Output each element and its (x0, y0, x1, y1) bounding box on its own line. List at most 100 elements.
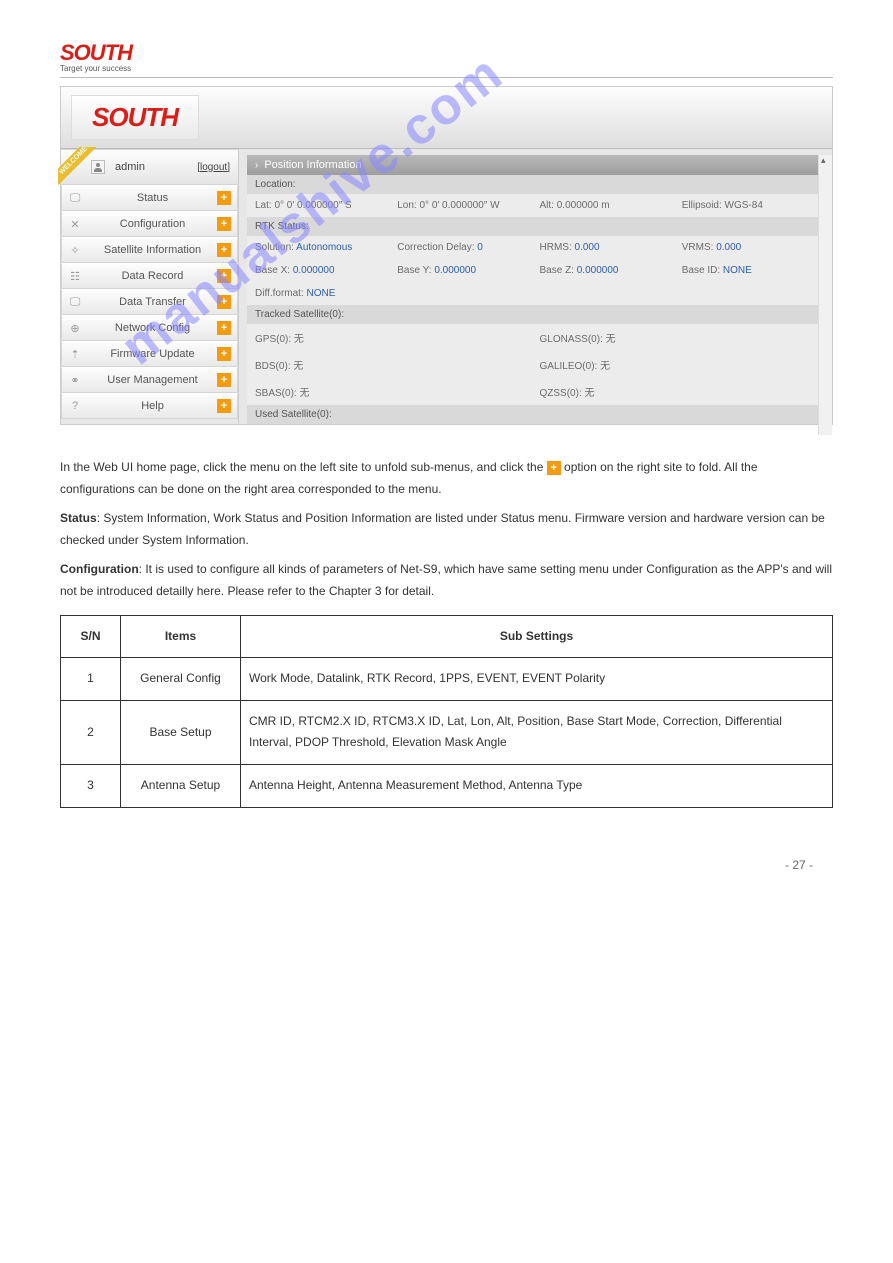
plus-icon-inline: + (547, 461, 561, 475)
trk-qzss: QZSS(0): 无 (540, 384, 674, 399)
menu-label: Network Config (88, 322, 217, 334)
menu-label: Satellite Information (88, 244, 217, 256)
rtk-diff: Diff.format: NONE (247, 282, 824, 305)
satellite-icon: ✧ (62, 244, 88, 257)
tools-icon: ✕ (62, 218, 88, 231)
brand-header: SOUTH Target your success (60, 40, 833, 73)
table-header-row: S/N Items Sub Settings (61, 615, 833, 658)
panel-title: Position Information (264, 159, 361, 171)
user-bar: WELCOME admin [logout] (61, 149, 238, 185)
rtk-basex: Base X: 0.000000 (255, 265, 389, 276)
trk-bds: BDS(0): 无 (255, 357, 389, 372)
menu-label: User Management (88, 374, 217, 386)
globe-icon: ⊕ (62, 322, 88, 335)
menu-item-configuration[interactable]: ✕Configuration+ (61, 211, 238, 237)
settings-table: S/N Items Sub Settings 1 General Config … (60, 615, 833, 808)
th-items: Items (121, 615, 241, 658)
menu-item-data-transfer[interactable]: 🖵Data Transfer+ (61, 289, 238, 315)
menu-item-firmware-update[interactable]: ⇡Firmware Update+ (61, 341, 238, 367)
help-icon: ? (62, 400, 88, 412)
app-screenshot: SOUTH WELCOME admin [logout] 🖵Status+ ✕C… (60, 86, 833, 425)
menu-item-satellite-info[interactable]: ✧Satellite Information+ (61, 237, 238, 263)
loc-alt: Alt: 0.000000 m (540, 200, 674, 211)
rtk-vrms: VRMS: 0.000 (682, 242, 816, 253)
user-icon (91, 160, 105, 174)
table-row: 2 Base Setup CMR ID, RTCM2.X ID, RTCM3.X… (61, 700, 833, 764)
monitor-icon: 🖵 (62, 192, 88, 205)
chevron-right-icon: › (255, 160, 258, 171)
scrollbar[interactable] (818, 155, 832, 435)
menu-item-help[interactable]: ?Help+ (61, 393, 238, 419)
menu-label: Status (88, 192, 217, 204)
cell-sub: Antenna Height, Antenna Measurement Meth… (241, 764, 833, 807)
section-rtk: RTK Status: (247, 217, 824, 236)
menu-label: Help (88, 400, 217, 412)
content-area: › Position Information Location: Lat: 0° … (239, 149, 832, 424)
plus-icon[interactable]: + (217, 217, 231, 231)
plus-icon[interactable]: + (217, 347, 231, 361)
paragraph-status: Status: System Information, Work Status … (60, 508, 833, 551)
menu-label: Data Transfer (88, 296, 217, 308)
cell-sn: 2 (61, 700, 121, 764)
rtk-correction: Correction Delay: 0 (397, 242, 531, 253)
upload-icon: ⇡ (62, 348, 88, 361)
plus-icon[interactable]: + (217, 269, 231, 283)
username: admin (115, 161, 145, 173)
logout-link[interactable]: [logout] (197, 162, 230, 173)
brand-tagline: Target your success (60, 64, 833, 73)
section-used: Used Satellite(0): (247, 405, 824, 424)
menu-item-network-config[interactable]: ⊕Network Config+ (61, 315, 238, 341)
table-row: 1 General Config Work Mode, Datalink, RT… (61, 658, 833, 701)
transfer-icon: 🖵 (62, 296, 88, 309)
loc-ellipsoid: Ellipsoid: WGS-84 (682, 200, 816, 211)
menu-item-data-record[interactable]: ☷Data Record+ (61, 263, 238, 289)
section-location: Location: (247, 175, 824, 194)
cell-item: General Config (121, 658, 241, 701)
plus-icon[interactable]: + (217, 321, 231, 335)
trk-galileo: GALILEO(0): 无 (540, 357, 674, 372)
section-tracked: Tracked Satellite(0): (247, 305, 824, 324)
th-sn: S/N (61, 615, 121, 658)
plus-icon[interactable]: + (217, 295, 231, 309)
th-sub: Sub Settings (241, 615, 833, 658)
panel-header[interactable]: › Position Information (247, 155, 824, 175)
app-logo-box: SOUTH (71, 95, 199, 140)
trk-sbas: SBAS(0): 无 (255, 384, 389, 399)
menu-label: Firmware Update (88, 348, 217, 360)
app-header: SOUTH (61, 87, 832, 149)
brand-logo: SOUTH (60, 40, 833, 66)
loc-lat: Lat: 0° 0′ 0.000000″ S (255, 200, 389, 211)
plus-icon[interactable]: + (217, 191, 231, 205)
rtk-solution: Solution: Autonomous (255, 242, 389, 253)
paragraph-1: In the Web UI home page, click the menu … (60, 457, 833, 500)
plus-icon[interactable]: + (217, 399, 231, 413)
cell-item: Antenna Setup (121, 764, 241, 807)
rtk-basey: Base Y: 0.000000 (397, 265, 531, 276)
rtk-basez: Base Z: 0.000000 (540, 265, 674, 276)
paragraph-config: Configuration: It is used to configure a… (60, 559, 833, 602)
rtk-baseid: Base ID: NONE (682, 265, 816, 276)
rtk-hrms: HRMS: 0.000 (540, 242, 674, 253)
cell-sub: Work Mode, Datalink, RTK Record, 1PPS, E… (241, 658, 833, 701)
page-number: - 27 - (0, 828, 893, 892)
app-logo-text: SOUTH (92, 102, 178, 132)
trk-gps: GPS(0): 无 (255, 330, 389, 345)
divider (60, 77, 833, 78)
cell-item: Base Setup (121, 700, 241, 764)
users-icon: ⚭ (62, 374, 88, 387)
cell-sub: CMR ID, RTCM2.X ID, RTCM3.X ID, Lat, Lon… (241, 700, 833, 764)
menu-item-user-management[interactable]: ⚭User Management+ (61, 367, 238, 393)
menu: 🖵Status+ ✕Configuration+ ✧Satellite Info… (61, 185, 238, 419)
plus-icon[interactable]: + (217, 243, 231, 257)
sidebar: WELCOME admin [logout] 🖵Status+ ✕Configu… (61, 149, 239, 424)
plus-icon[interactable]: + (217, 373, 231, 387)
cell-sn: 3 (61, 764, 121, 807)
trk-glonass: GLONASS(0): 无 (540, 330, 674, 345)
cell-sn: 1 (61, 658, 121, 701)
body-text: In the Web UI home page, click the menu … (60, 425, 833, 808)
record-icon: ☷ (62, 270, 88, 283)
menu-label: Configuration (88, 218, 217, 230)
menu-label: Data Record (88, 270, 217, 282)
loc-lon: Lon: 0° 0′ 0.000000″ W (397, 200, 531, 211)
table-row: 3 Antenna Setup Antenna Height, Antenna … (61, 764, 833, 807)
